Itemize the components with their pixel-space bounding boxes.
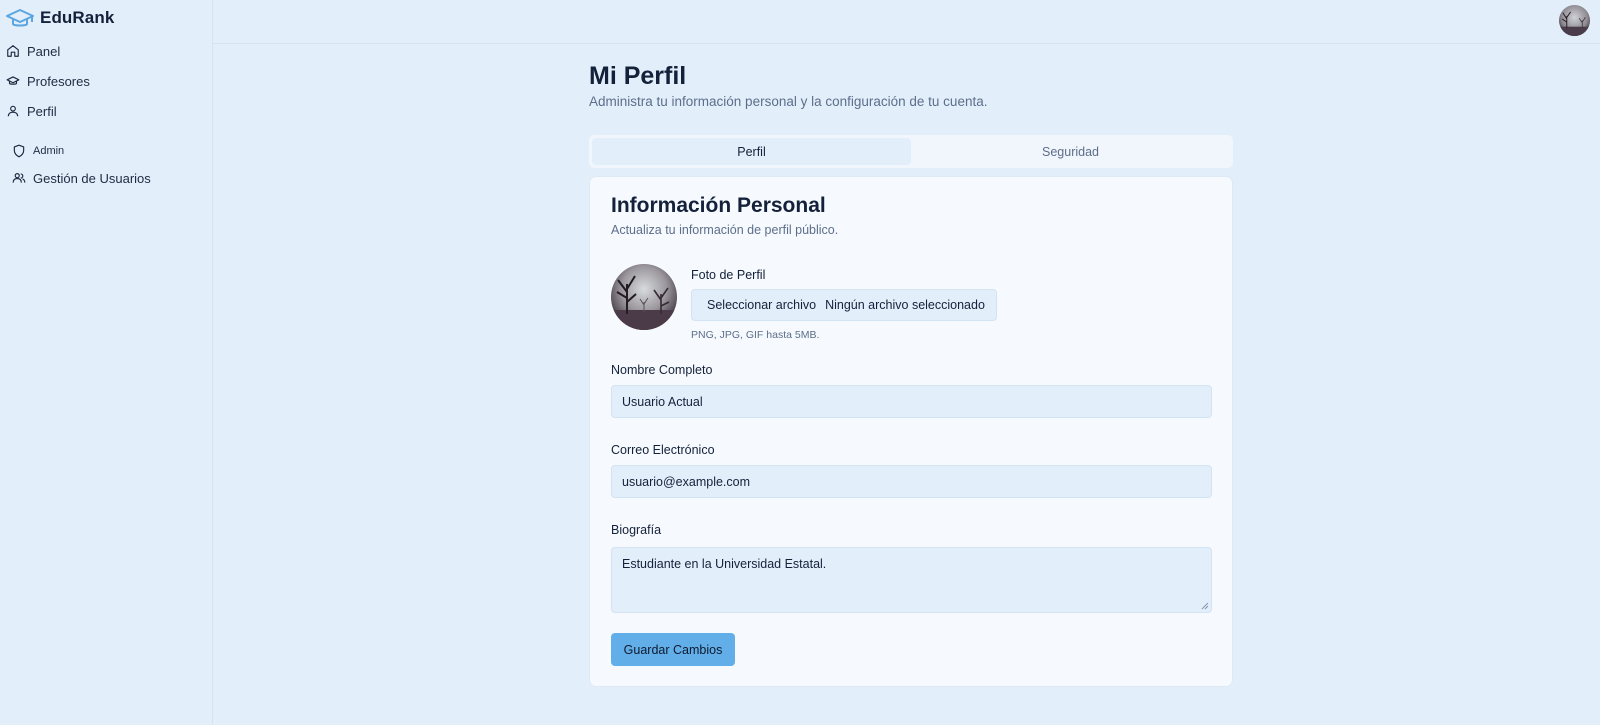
shield-icon <box>13 144 25 158</box>
profile-photo-image <box>611 264 677 330</box>
save-button[interactable]: Guardar Cambios <box>611 633 735 666</box>
personal-info-card: Información Personal Actualiza tu inform… <box>589 176 1233 687</box>
avatar-image <box>1559 5 1590 36</box>
sidebar-item-gestion-usuarios[interactable]: Gestión de Usuarios <box>12 166 151 190</box>
profile-photo <box>611 264 677 330</box>
select-file-button[interactable]: Seleccionar archivo <box>707 298 816 312</box>
tab-perfil[interactable]: Perfil <box>592 138 911 165</box>
brand[interactable]: EduRank <box>6 6 114 30</box>
graduation-cap-icon <box>6 76 20 85</box>
sidebar-item-perfil[interactable]: Perfil <box>6 99 57 123</box>
sidebar-item-profesores[interactable]: Profesores <box>6 69 90 93</box>
brand-name: EduRank <box>40 8 115 27</box>
bio-text: Estudiante en la Universidad Estatal. <box>622 557 827 571</box>
sidebar-item-label: Panel <box>27 43 61 59</box>
home-icon <box>7 45 19 57</box>
name-field[interactable]: Usuario Actual <box>611 385 1212 418</box>
file-input[interactable]: Seleccionar archivo Ningún archivo selec… <box>691 289 997 321</box>
sidebar-item-label: Gestión de Usuarios <box>33 170 151 186</box>
avatar[interactable] <box>1559 5 1590 36</box>
user-icon <box>7 105 19 117</box>
users-icon <box>12 173 26 183</box>
main-content: Mi Perfil Administra tu información pers… <box>589 60 1233 687</box>
sidebar-section-label: Admin <box>33 145 65 157</box>
photo-label: Foto de Perfil <box>691 268 766 282</box>
top-bar <box>213 0 1600 44</box>
tab-seguridad[interactable]: Seguridad <box>911 138 1230 165</box>
sidebar-item-label: Perfil <box>27 103 57 119</box>
card-subtitle: Actualiza tu información de perfil públi… <box>611 223 839 237</box>
sidebar-item-label: Profesores <box>27 73 90 89</box>
page-subtitle: Administra tu información personal y la … <box>589 94 988 109</box>
bio-textarea[interactable]: Estudiante en la Universidad Estatal. <box>611 547 1212 613</box>
page-title: Mi Perfil <box>589 62 687 90</box>
email-label: Correo Electrónico <box>611 443 715 457</box>
file-status: Ningún archivo seleccionado <box>825 298 985 312</box>
graduation-cap-icon <box>6 9 34 27</box>
bio-label: Biografía <box>611 523 662 537</box>
sidebar: EduRank Panel Profesores Perfil Admin Ge… <box>0 0 213 725</box>
sidebar-section-admin: Admin <box>12 142 64 160</box>
card-title: Información Personal <box>611 194 826 217</box>
email-field[interactable]: usuario@example.com <box>611 465 1212 498</box>
resize-handle-icon[interactable] <box>1201 602 1209 610</box>
file-hint: PNG, JPG, GIF hasta 5MB. <box>691 329 820 341</box>
tabs: Perfil Seguridad <box>589 135 1233 168</box>
name-label: Nombre Completo <box>611 363 713 377</box>
sidebar-item-panel[interactable]: Panel <box>6 39 60 63</box>
